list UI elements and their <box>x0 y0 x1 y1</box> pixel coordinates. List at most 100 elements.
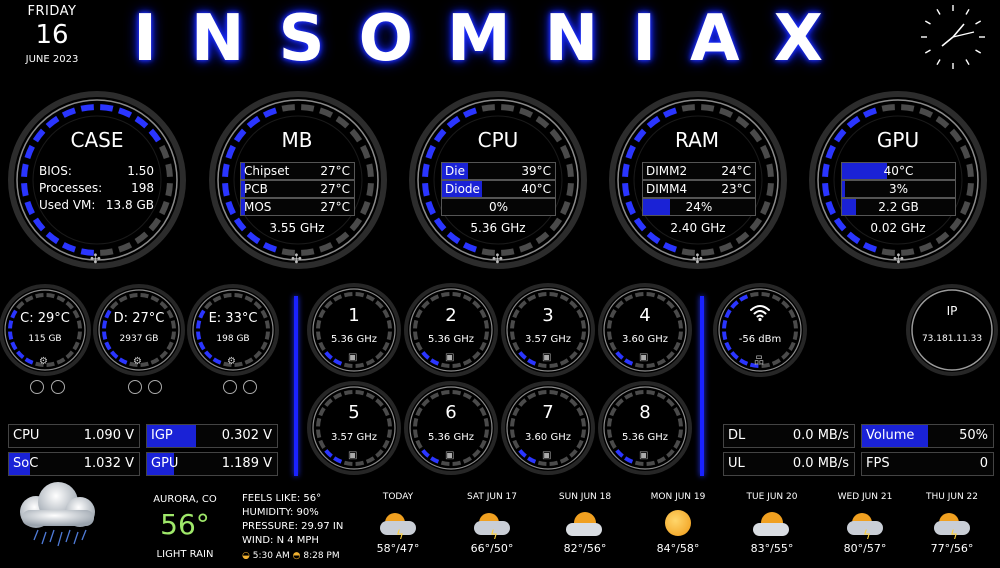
gauge-segment <box>335 115 350 129</box>
gauge-segment <box>766 163 774 177</box>
small-gauge-segment <box>16 350 25 359</box>
forecast-temps: 83°/55° <box>750 542 794 555</box>
small-gauge-segment <box>110 350 119 359</box>
forecast-day-1: SAT JUN 17 ϟ 66°/50° <box>446 492 538 555</box>
small-gauge-segment <box>472 449 481 458</box>
small-gauge-segment <box>739 358 749 366</box>
gauge-segment <box>222 183 230 197</box>
small-gauge-segment <box>343 460 353 466</box>
gears-icon: ⚙ <box>133 356 142 367</box>
forecast-day-3: MON JUN 19 84°/58° <box>632 492 724 555</box>
small-gauge-segment <box>634 390 644 396</box>
small-gauge-segment <box>781 351 790 360</box>
gauge-segment <box>646 115 661 129</box>
forecast-temps: 77°/56° <box>930 542 974 555</box>
small-gauge-segment <box>569 351 578 360</box>
partly-cloudy-icon <box>539 502 631 542</box>
small-gauge-segment <box>646 292 656 298</box>
gauge-segment <box>862 107 878 118</box>
core-2-freq: 5.36 GHz <box>428 334 474 345</box>
gauge-segment <box>21 183 29 197</box>
small-gauge-segment <box>355 390 365 396</box>
gauge-segment <box>117 242 133 253</box>
small-gauge-segment <box>761 292 771 298</box>
core-6-freq: 5.36 GHz <box>428 432 474 443</box>
upload-value: 0.0 MB/s <box>792 456 849 471</box>
gpu-load-value: 3% <box>888 182 909 196</box>
small-gauge-segment <box>771 358 781 366</box>
partly-cloudy-icon <box>726 502 818 542</box>
gauge-segment <box>45 115 60 129</box>
small-gauge-segment <box>559 456 569 464</box>
small-gauge-segment <box>739 294 749 302</box>
gauge-segment <box>366 163 374 177</box>
gauge-segment <box>462 107 478 118</box>
mb-pcb-label: PCB <box>244 182 268 196</box>
forecast-day-2: SUN JUN 18 82°/56° <box>539 492 631 555</box>
fan-icon: ✣ <box>90 252 101 267</box>
gauge-segment <box>825 200 836 216</box>
small-gauge-segment <box>343 390 353 396</box>
date-weekday: FRIDAY <box>27 4 77 19</box>
small-gauge-segment <box>253 350 262 359</box>
gauge-segment <box>117 107 133 118</box>
fps-counter: FPS 0 <box>861 452 994 476</box>
small-gauge-segment <box>781 300 790 309</box>
mb-pcb-value: 27°C <box>320 182 350 196</box>
gauge-segment <box>735 115 750 129</box>
mb-mos-label: MOS <box>244 200 272 214</box>
gauge-segment <box>262 107 278 118</box>
voltage-soc-value: 1.032 V <box>83 456 134 471</box>
volume-level: Volume 50% <box>861 424 994 448</box>
case-processes-value: 198 <box>131 181 154 195</box>
upload-speed: UL 0.0 MB/s <box>723 452 855 476</box>
gauge-segment <box>718 242 734 253</box>
gears-icon: ⚙ <box>39 356 48 367</box>
ram-dimm4-bar: DIMM4 23°C <box>642 180 756 198</box>
gauge-segment <box>566 183 574 197</box>
small-gauge-segment <box>559 358 569 366</box>
light-rain-icon <box>20 482 95 547</box>
cpu-load-value: 0% <box>488 200 509 214</box>
ip-gauge-outer <box>906 284 998 376</box>
small-gauge-segment <box>559 392 569 400</box>
core-8-freq: 5.36 GHz <box>622 432 668 443</box>
small-gauge-segment <box>452 292 462 298</box>
small-gauge-segment <box>730 351 739 360</box>
small-gauge-segment <box>615 449 624 458</box>
small-gauge-segment <box>527 392 537 400</box>
ram-dimm2-bar: DIMM2 24°C <box>642 162 756 180</box>
gpu-title: GPU <box>876 128 920 152</box>
small-gauge-segment <box>646 390 656 396</box>
small-gauge-segment <box>724 309 732 319</box>
forecast-day-label: MON JUN 19 <box>650 492 706 502</box>
small-gauge-segment <box>159 301 168 310</box>
ram-dimm4-value: 23°C <box>721 182 751 196</box>
small-gauge-segment <box>159 350 168 359</box>
mb-mos-value: 27°C <box>320 200 350 214</box>
analog-clock-icon <box>921 5 985 69</box>
voltage-soc: SoC 1.032 V <box>8 452 140 476</box>
small-gauge-segment <box>65 301 74 310</box>
ram-dimm2-label: DIMM2 <box>646 164 688 178</box>
small-gauge-segment <box>656 456 666 464</box>
small-gauge-segment <box>253 301 262 310</box>
gauge-segment <box>134 231 149 245</box>
download-speed: DL 0.0 MB/s <box>723 424 855 448</box>
small-gauge-segment <box>656 392 666 400</box>
small-gauge-segment <box>421 351 430 360</box>
forecast-day-label: WED JUN 21 <box>837 492 893 502</box>
drive-indicator-icon <box>30 380 44 394</box>
small-gauge-segment <box>35 293 44 299</box>
small-gauge-segment <box>355 460 365 466</box>
chip-icon: ▣ <box>348 352 358 363</box>
fps-value: 0 <box>979 456 988 471</box>
ram-dimm2-value: 24°C <box>721 164 751 178</box>
gauge-segment <box>61 107 77 118</box>
forecast-temps: 84°/58° <box>656 542 700 555</box>
weather-pressure: PRESSURE: 29.97 IN <box>242 521 344 532</box>
small-gauge-segment <box>343 292 353 298</box>
small-gauge-segment <box>537 460 547 466</box>
small-gauge-segment <box>24 295 34 303</box>
gauge-segment <box>901 104 915 112</box>
